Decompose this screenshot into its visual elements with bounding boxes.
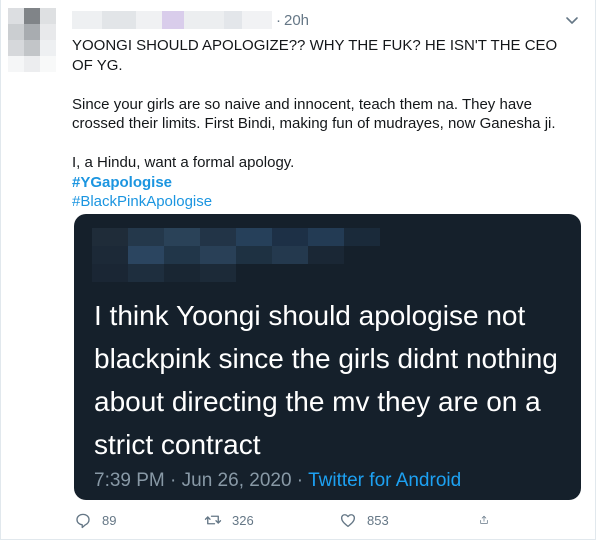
- embedded-image[interactable]: I think Yoongi should apologise not blac…: [74, 214, 581, 500]
- retweet-icon: [204, 515, 222, 525]
- embedded-timestamp: 7:39 PM · Jun 26, 2020 ·: [94, 470, 309, 491]
- hashtag-blackpinkapologise[interactable]: #BlackPinkApologise: [72, 192, 577, 212]
- tweet-header: · 20h: [72, 10, 309, 30]
- action-bar: 89 326 853: [72, 508, 512, 532]
- author-name[interactable]: [72, 11, 272, 29]
- like-button[interactable]: 853: [339, 511, 479, 529]
- reply-button[interactable]: 89: [72, 511, 204, 529]
- reply-count: 89: [102, 512, 117, 528]
- embedded-meta: 7:39 PM · Jun 26, 2020 · Twitter for And…: [94, 470, 461, 492]
- tweet-text: YOONGI SHOULD APOLOGIZE?? WHY THE FUK? H…: [72, 36, 577, 212]
- embedded-tweet-text: I think Yoongi should apologise not blac…: [94, 300, 558, 460]
- tweet-line-3: I, a Hindu, want a formal apology.: [72, 154, 295, 171]
- share-icon: [480, 515, 488, 524]
- embedded-author-blur: [92, 228, 380, 282]
- retweet-button[interactable]: 326: [204, 511, 339, 529]
- hashtag-ygapologise[interactable]: #YGapologise: [72, 173, 577, 193]
- chevron-down-icon[interactable]: [564, 12, 580, 28]
- avatar[interactable]: [8, 8, 56, 72]
- embedded-source: Twitter for Android: [308, 470, 462, 491]
- retweet-count: 326: [232, 512, 254, 528]
- separator: ·: [276, 11, 281, 29]
- reply-icon: [76, 513, 90, 529]
- tweet-line-1: YOONGI SHOULD APOLOGIZE?? WHY THE FUK? H…: [72, 37, 558, 74]
- like-count: 853: [367, 512, 389, 528]
- like-icon: [340, 514, 356, 528]
- share-button[interactable]: [479, 511, 499, 529]
- timestamp[interactable]: 20h: [284, 12, 309, 29]
- tweet-line-2: Since your girls are so naive and innoce…: [72, 95, 556, 133]
